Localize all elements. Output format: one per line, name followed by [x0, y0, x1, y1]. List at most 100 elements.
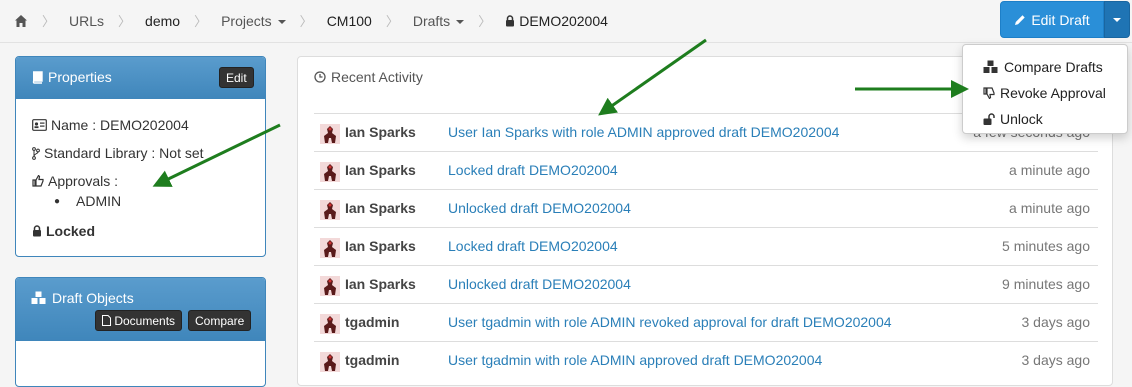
- draft-objects-panel-header: Draft Objects Documents Compare: [16, 278, 265, 341]
- activity-time: a minute ago: [1009, 162, 1090, 178]
- avatar: [320, 162, 340, 182]
- breadcrumb-separator: 〉: [194, 14, 208, 29]
- properties-panel: Properties Edit Name : DEMO202004 Standa…: [15, 56, 266, 257]
- compare-button[interactable]: Compare: [188, 310, 252, 331]
- activity-user[interactable]: tgadmin: [345, 352, 399, 368]
- breadcrumb-projects-label: Projects: [221, 12, 272, 29]
- avatar: [320, 200, 340, 220]
- recent-activity-title: Recent Activity: [314, 69, 423, 85]
- breadcrumb-bar: 〉 URLs 〉 demo 〉 Projects 〉 CM100 〉 Draft…: [0, 0, 1132, 43]
- breadcrumb-current: DEMO202004: [505, 13, 608, 29]
- breadcrumb-separator: 〉: [42, 14, 56, 29]
- property-standard-library: Standard Library : Not set: [32, 145, 204, 161]
- properties-panel-header: Properties Edit: [16, 57, 265, 99]
- breadcrumb-separator: 〉: [385, 14, 399, 29]
- activity-time: 3 days ago: [1021, 352, 1091, 368]
- thumbs-up-icon: [32, 175, 44, 187]
- activity-time: a minute ago: [1009, 200, 1090, 216]
- activity-row: Ian Sparks Locked draft DEMO202004 5 minut…: [314, 227, 1098, 265]
- avatar: [320, 276, 340, 296]
- file-icon: [102, 315, 111, 326]
- lock-icon: [33, 225, 41, 237]
- activity-message-link[interactable]: Unlocked draft DEMO202004: [448, 200, 631, 216]
- properties-edit-button[interactable]: Edit: [219, 67, 254, 88]
- properties-title-label: Properties: [48, 69, 112, 85]
- property-name-text: Name : DEMO202004: [51, 117, 189, 133]
- clock-icon: [314, 71, 326, 83]
- activity-user[interactable]: tgadmin: [345, 314, 399, 330]
- activity-user[interactable]: Ian Sparks: [345, 276, 416, 292]
- breadcrumb-demo[interactable]: demo: [145, 13, 180, 29]
- draft-objects-title-label: Draft Objects: [52, 290, 134, 306]
- breadcrumb-projects[interactable]: Projects: [221, 13, 286, 29]
- documents-button[interactable]: Documents: [95, 310, 183, 331]
- unlock-icon: [983, 112, 995, 125]
- activity-message-link[interactable]: Locked draft DEMO202004: [448, 162, 618, 178]
- breadcrumb-drafts-label: Drafts: [412, 12, 451, 29]
- property-locked-text: Locked: [46, 223, 96, 239]
- cubes-icon: [31, 291, 46, 304]
- activity-time: 5 minutes ago: [1002, 238, 1090, 254]
- activity-time: 9 minutes ago: [1002, 276, 1090, 292]
- documents-button-label: Documents: [114, 314, 176, 328]
- edit-draft-dropdown-menu: Compare Drafts Revoke Approval Unlock: [962, 44, 1128, 134]
- chevron-down-icon: [277, 19, 286, 24]
- branch-icon: [32, 146, 40, 160]
- pencil-icon: [1015, 14, 1026, 25]
- lock-icon: [506, 14, 515, 26]
- thumbs-down-icon: [983, 87, 995, 99]
- breadcrumb-cm100[interactable]: CM100: [327, 13, 372, 29]
- chevron-down-icon: [456, 19, 465, 24]
- activity-time: 3 days ago: [1021, 314, 1091, 330]
- home-icon[interactable]: [14, 13, 28, 29]
- id-card-icon: [32, 119, 47, 131]
- breadcrumb-separator: 〉: [299, 14, 313, 29]
- property-standard-library-text: Standard Library : Not set: [44, 145, 204, 161]
- breadcrumb-urls[interactable]: URLs: [69, 13, 104, 29]
- approval-item-label: ADMIN: [76, 193, 122, 209]
- breadcrumb-current-label: DEMO202004: [519, 12, 608, 29]
- activity-user[interactable]: Ian Sparks: [345, 238, 416, 254]
- menu-item-compare-drafts[interactable]: Compare Drafts: [963, 54, 1127, 80]
- activity-user[interactable]: Ian Sparks: [345, 162, 416, 178]
- activity-message-link[interactable]: Locked draft DEMO202004: [448, 238, 618, 254]
- edit-draft-label: Edit Draft: [1031, 11, 1090, 28]
- recent-activity-title-label: Recent Activity: [331, 69, 423, 85]
- activity-user[interactable]: Ian Sparks: [345, 200, 416, 216]
- menu-item-label: Compare Drafts: [1004, 59, 1103, 75]
- menu-item-label: Unlock: [1000, 111, 1043, 127]
- activity-message-link[interactable]: Unlocked draft DEMO202004: [448, 276, 631, 292]
- avatar: [320, 124, 340, 144]
- menu-item-revoke-approval[interactable]: Revoke Approval: [963, 80, 1127, 106]
- avatar: [320, 238, 340, 258]
- chevron-down-icon: [1113, 17, 1121, 22]
- draft-objects-title: Draft Objects: [31, 290, 134, 306]
- approval-item: ● ADMIN: [54, 193, 121, 209]
- breadcrumb-drafts[interactable]: Drafts: [412, 12, 465, 29]
- menu-item-label: Revoke Approval: [1000, 85, 1106, 101]
- avatar: [320, 352, 340, 372]
- edit-draft-button[interactable]: Edit Draft: [1000, 1, 1104, 38]
- activity-row: Ian Sparks Locked draft DEMO202004 a minut…: [314, 151, 1098, 189]
- breadcrumb-separator: 〉: [478, 14, 492, 29]
- activity-message-link[interactable]: User tgadmin with role ADMIN approved dr…: [448, 352, 822, 368]
- menu-item-unlock[interactable]: Unlock: [963, 106, 1127, 132]
- breadcrumb-separator: 〉: [118, 14, 132, 29]
- activity-row: tgadmin User tgadmin with role ADMIN appr…: [314, 341, 1098, 379]
- property-approvals: Approvals :: [32, 173, 118, 189]
- properties-title: Properties: [31, 69, 112, 85]
- activity-row: Ian Sparks Unlocked draft DEMO202004 9 min…: [314, 265, 1098, 303]
- activity-row: tgadmin User tgadmin with role ADMIN revo…: [314, 303, 1098, 341]
- activity-row: Ian Sparks Unlocked draft DEMO202004 a min…: [314, 189, 1098, 227]
- book-icon: [32, 70, 43, 84]
- draft-objects-panel: Draft Objects Documents Compare: [15, 277, 266, 387]
- activity-message-link[interactable]: User Ian Sparks with role ADMIN approved…: [448, 124, 839, 140]
- activity-user[interactable]: Ian Sparks: [345, 124, 416, 140]
- activity-message-link[interactable]: User tgadmin with role ADMIN revoked app…: [448, 314, 892, 330]
- edit-draft-dropdown-toggle[interactable]: [1104, 1, 1130, 38]
- bullet: ●: [54, 195, 61, 207]
- avatar: [320, 314, 340, 334]
- breadcrumb: 〉 URLs 〉 demo 〉 Projects 〉 CM100 〉 Draft…: [14, 11, 608, 30]
- property-locked: Locked: [32, 223, 95, 239]
- property-approvals-label: Approvals :: [48, 173, 119, 189]
